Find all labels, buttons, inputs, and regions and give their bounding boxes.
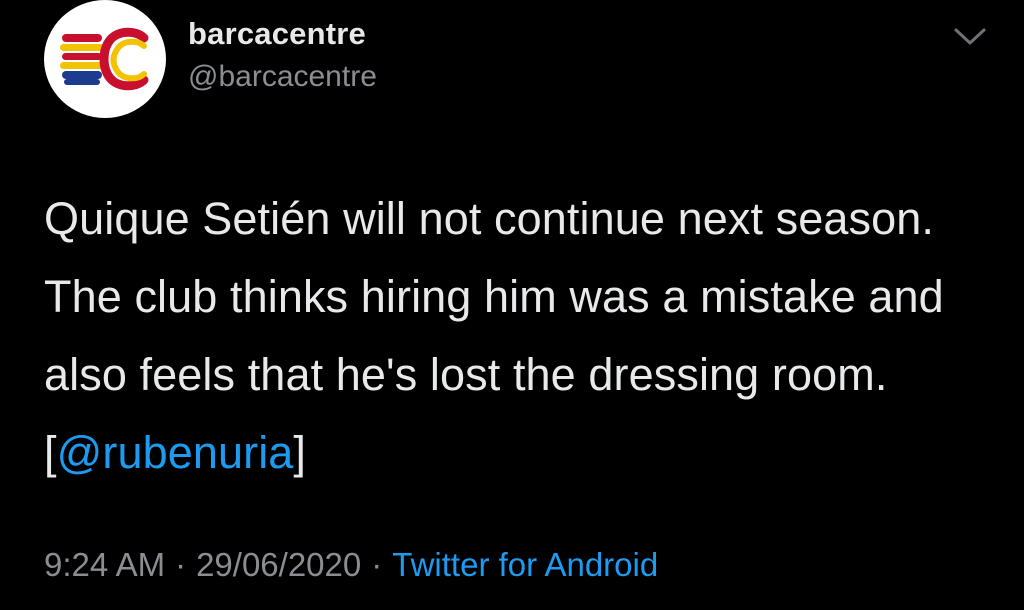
tweet-card: barcacentre @barcacentre Quique Setién w… bbox=[0, 0, 1024, 610]
tweet-text: Quique Setién will not continue next sea… bbox=[44, 180, 1004, 492]
display-name[interactable]: barcacentre bbox=[188, 16, 366, 52]
more-options-button[interactable] bbox=[950, 22, 990, 50]
barcacentre-logo-icon bbox=[60, 27, 149, 91]
user-handle[interactable]: @barcacentre bbox=[188, 60, 377, 94]
avatar[interactable] bbox=[44, 0, 166, 118]
tweet-time[interactable]: 9:24 AM bbox=[44, 546, 165, 583]
tweet-source-link[interactable]: Twitter for Android bbox=[392, 546, 658, 583]
tweet-text-end: ] bbox=[293, 427, 307, 478]
mention-link[interactable]: @rubenuria bbox=[57, 427, 294, 478]
meta-separator: · bbox=[371, 546, 383, 583]
tweet-date[interactable]: 29/06/2020 bbox=[196, 546, 361, 583]
tweet-meta: 9:24 AM · 29/06/2020 · Twitter for Android bbox=[44, 546, 658, 584]
meta-separator: · bbox=[175, 546, 187, 583]
chevron-down-icon bbox=[954, 28, 986, 45]
